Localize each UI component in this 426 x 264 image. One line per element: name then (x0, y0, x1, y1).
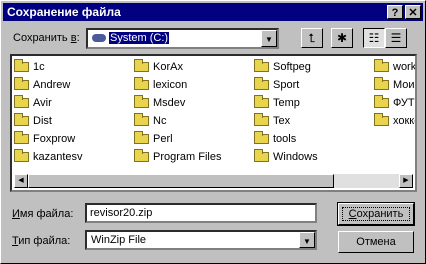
list-item[interactable]: Nc (132, 112, 221, 130)
horizontal-scrollbar[interactable]: ◀ ▶ (14, 174, 413, 188)
list-item[interactable]: work (372, 58, 415, 76)
scroll-left-icon[interactable]: ◀ (14, 174, 28, 188)
save-in-label: Сохранить в: (13, 32, 80, 44)
cancel-button[interactable]: Отмена (338, 231, 414, 253)
list-item[interactable]: Sport (252, 76, 318, 94)
hard-drive-icon (92, 34, 106, 43)
folder-icon (254, 149, 269, 162)
list-item[interactable]: KorAx (132, 58, 221, 76)
list-item[interactable]: tools (252, 130, 318, 148)
help-button[interactable]: ? (387, 5, 403, 19)
folder-icon (254, 95, 269, 108)
list-item[interactable]: Andrew (12, 76, 83, 94)
file-name-input[interactable]: revisor20.zip (85, 203, 317, 223)
folder-icon (134, 95, 149, 108)
file-list[interactable]: 1c Andrew Avir Dist Foxprow kazantesv Ko… (10, 54, 417, 192)
list-item[interactable]: kazantesv (12, 148, 83, 166)
file-column: KorAx lexicon Msdev Nc Perl Program File… (132, 58, 221, 166)
folder-icon (134, 149, 149, 162)
folder-icon (14, 59, 29, 72)
file-type-value: WinZip File (91, 234, 147, 246)
details-view-icon: ☰ (390, 31, 402, 45)
list-item[interactable]: Softpeg (252, 58, 318, 76)
folder-icon (254, 131, 269, 144)
folder-icon (134, 113, 149, 126)
details-view-button[interactable]: ☰ (385, 28, 407, 48)
list-item[interactable]: ФУТ (372, 94, 415, 112)
folder-icon (374, 77, 389, 90)
file-column: 1c Andrew Avir Dist Foxprow kazantesv (12, 58, 83, 166)
new-folder-button[interactable]: ✱ (331, 28, 353, 48)
list-item[interactable]: Мои д (372, 76, 415, 94)
folder-icon (374, 95, 389, 108)
folder-icon (134, 131, 149, 144)
list-item[interactable]: Perl (132, 130, 221, 148)
save-in-dropdown[interactable]: System (C:) ▼ (86, 28, 279, 49)
file-column: Softpeg Sport Temp Tex tools Windows (252, 58, 318, 166)
folder-icon (254, 77, 269, 90)
scroll-right-icon[interactable]: ▶ (399, 174, 413, 188)
folder-icon (254, 59, 269, 72)
save-button[interactable]: Сохранить (337, 202, 415, 226)
file-type-label: Тип файла: (12, 235, 71, 247)
folder-icon (134, 77, 149, 90)
folder-icon (374, 59, 389, 72)
save-file-dialog: Сохранение файла ? ✕ Сохранить в: System… (0, 0, 426, 264)
title-bar[interactable]: Сохранение файла ? ✕ (3, 3, 423, 21)
file-name-label: Имя файла: (12, 208, 74, 220)
list-item[interactable]: Dist (12, 112, 83, 130)
up-folder-icon: ⮤ (308, 31, 316, 45)
folder-icon (14, 149, 29, 162)
list-item[interactable]: хокке (372, 112, 415, 130)
up-folder-button[interactable]: ⮤ (301, 28, 323, 48)
scrollbar-thumb[interactable] (28, 174, 334, 188)
list-item[interactable]: 1c (12, 58, 83, 76)
chevron-down-icon[interactable]: ▼ (299, 232, 315, 248)
close-button[interactable]: ✕ (405, 5, 421, 19)
list-item[interactable]: Msdev (132, 94, 221, 112)
folder-icon (14, 113, 29, 126)
list-item[interactable]: Avir (12, 94, 83, 112)
new-folder-icon: ✱ (336, 31, 348, 45)
folder-icon (134, 59, 149, 72)
dialog-title: Сохранение файла (7, 5, 121, 19)
list-item[interactable]: Foxprow (12, 130, 83, 148)
list-item[interactable]: Windows (252, 148, 318, 166)
focus-rect (342, 207, 410, 221)
folder-icon (254, 113, 269, 126)
file-type-dropdown[interactable]: WinZip File ▼ (85, 230, 317, 250)
list-item[interactable]: Temp (252, 94, 318, 112)
list-item[interactable]: lexicon (132, 76, 221, 94)
list-item[interactable]: Tex (252, 112, 318, 130)
list-item[interactable]: Program Files (132, 148, 221, 166)
chevron-down-icon[interactable]: ▼ (261, 30, 277, 47)
save-in-value: System (C:) (109, 32, 170, 44)
folder-icon (14, 95, 29, 108)
folder-icon (14, 131, 29, 144)
folder-icon (14, 77, 29, 90)
file-column: work Мои д ФУТ хокке (372, 58, 415, 130)
list-view-icon: ☷ (368, 31, 380, 45)
list-view-button[interactable]: ☷ (363, 28, 385, 48)
folder-icon (374, 113, 389, 126)
